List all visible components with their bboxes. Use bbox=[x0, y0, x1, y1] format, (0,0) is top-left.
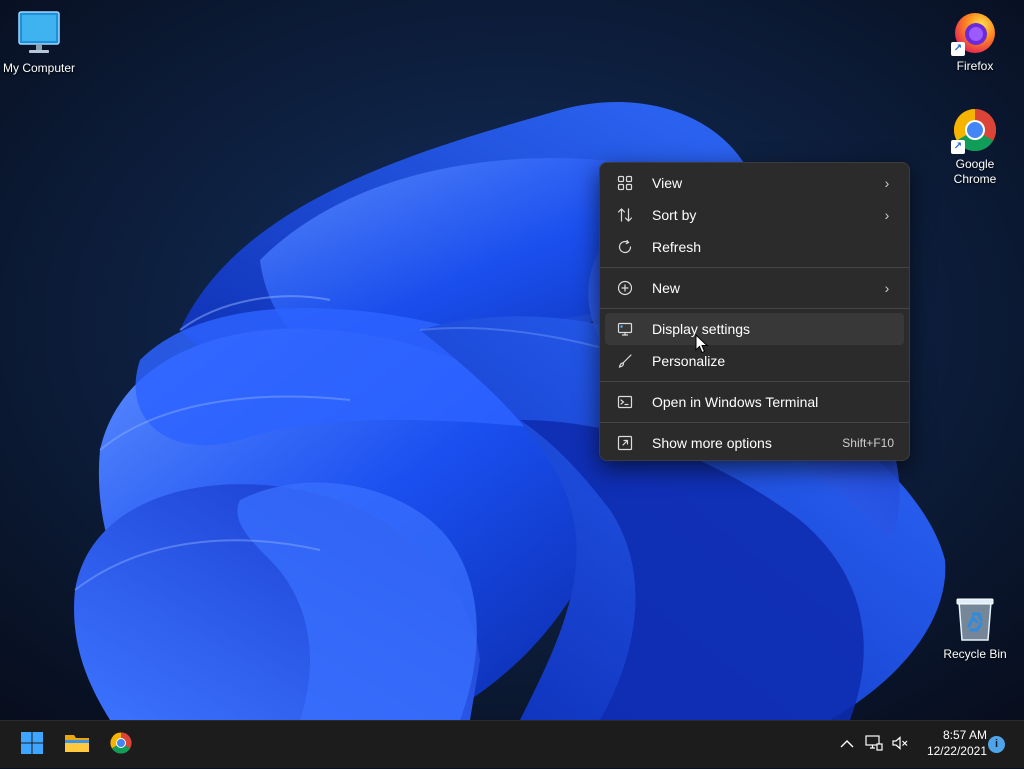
menu-item-label: Display settings bbox=[652, 321, 751, 337]
desktop-icon-firefox[interactable]: ↗ Firefox bbox=[935, 8, 1015, 74]
desktop-icon-label: Recycle Bin bbox=[943, 647, 1007, 661]
menu-item-label: Refresh bbox=[652, 239, 702, 255]
shortcut-arrow-icon: ↗ bbox=[951, 140, 965, 154]
monitor-icon bbox=[15, 10, 63, 58]
menu-item-new[interactable]: New › bbox=[605, 272, 904, 304]
menu-item-label: Sort by bbox=[652, 207, 697, 223]
chevron-right-icon: › bbox=[884, 175, 890, 191]
menu-item-label: Show more options bbox=[652, 435, 772, 451]
notification-center-icon[interactable]: i bbox=[988, 736, 1005, 753]
chevron-right-icon: › bbox=[884, 207, 890, 223]
chevron-up-icon bbox=[840, 736, 854, 754]
file-explorer-icon bbox=[64, 731, 90, 760]
brush-icon bbox=[615, 351, 635, 371]
menu-item-show-more-options[interactable]: Show more options Shift+F10 bbox=[605, 427, 904, 459]
taskbar-file-explorer-button[interactable] bbox=[55, 721, 99, 769]
taskbar-chrome-button[interactable] bbox=[99, 721, 143, 769]
menu-separator bbox=[600, 308, 909, 309]
desktop-icon-google-chrome[interactable]: ↗ Google Chrome bbox=[935, 106, 1015, 187]
desktop-context-menu: View › Sort by › Refresh New › Display s… bbox=[599, 162, 910, 461]
shortcut-hint: Shift+F10 bbox=[842, 436, 894, 450]
menu-item-open-in-windows-terminal[interactable]: Open in Windows Terminal bbox=[605, 386, 904, 418]
chevron-right-icon: › bbox=[884, 280, 890, 296]
shortcut-arrow-icon: ↗ bbox=[951, 42, 965, 56]
chrome-icon: ↗ bbox=[951, 106, 999, 154]
desktop-icon-my-computer[interactable]: My Computer bbox=[0, 10, 79, 76]
menu-item-refresh[interactable]: Refresh bbox=[605, 231, 904, 263]
network-icon bbox=[865, 734, 883, 756]
desktop-icon-label: My Computer bbox=[2, 61, 76, 75]
start-icon bbox=[20, 731, 44, 760]
menu-item-personalize[interactable]: Personalize bbox=[605, 345, 904, 377]
menu-item-label: Personalize bbox=[652, 353, 726, 369]
menu-separator bbox=[600, 267, 909, 268]
firefox-icon: ↗ bbox=[951, 8, 999, 56]
mouse-cursor-icon bbox=[695, 333, 709, 354]
tray-overflow-button[interactable] bbox=[836, 721, 858, 769]
chrome-icon bbox=[109, 731, 133, 760]
start-button[interactable] bbox=[10, 721, 54, 769]
more-options-icon bbox=[615, 433, 635, 453]
menu-item-label: Open in Windows Terminal bbox=[652, 394, 819, 410]
menu-item-display-settings[interactable]: Display settings bbox=[605, 313, 904, 345]
menu-separator bbox=[600, 422, 909, 423]
volume-button[interactable] bbox=[889, 721, 911, 769]
taskbar-clock[interactable]: 8:57 AM 12/22/2021 bbox=[915, 727, 987, 759]
desktop-icon-label: Google Chrome bbox=[953, 157, 997, 186]
menu-item-sort-by[interactable]: Sort by › bbox=[605, 199, 904, 231]
menu-separator bbox=[600, 381, 909, 382]
desktop-icon-recycle-bin[interactable]: Recycle Bin bbox=[935, 596, 1015, 662]
clock-date: 12/22/2021 bbox=[926, 744, 987, 758]
new-plus-icon bbox=[615, 278, 635, 298]
recycle-bin-icon bbox=[951, 596, 999, 644]
menu-item-view[interactable]: View › bbox=[605, 167, 904, 199]
view-grid-icon bbox=[615, 173, 635, 193]
refresh-icon bbox=[615, 237, 635, 257]
sort-icon bbox=[615, 205, 635, 225]
display-settings-icon bbox=[615, 319, 635, 339]
menu-item-label: New bbox=[652, 280, 681, 296]
terminal-icon bbox=[615, 392, 635, 412]
menu-item-label: View bbox=[652, 175, 683, 191]
clock-time: 8:57 AM bbox=[942, 728, 987, 742]
desktop-icon-label: Firefox bbox=[956, 59, 994, 73]
volume-muted-icon bbox=[891, 735, 909, 756]
network-status-button[interactable] bbox=[863, 721, 885, 769]
taskbar: 8:57 AM 12/22/2021 bbox=[0, 720, 1024, 768]
